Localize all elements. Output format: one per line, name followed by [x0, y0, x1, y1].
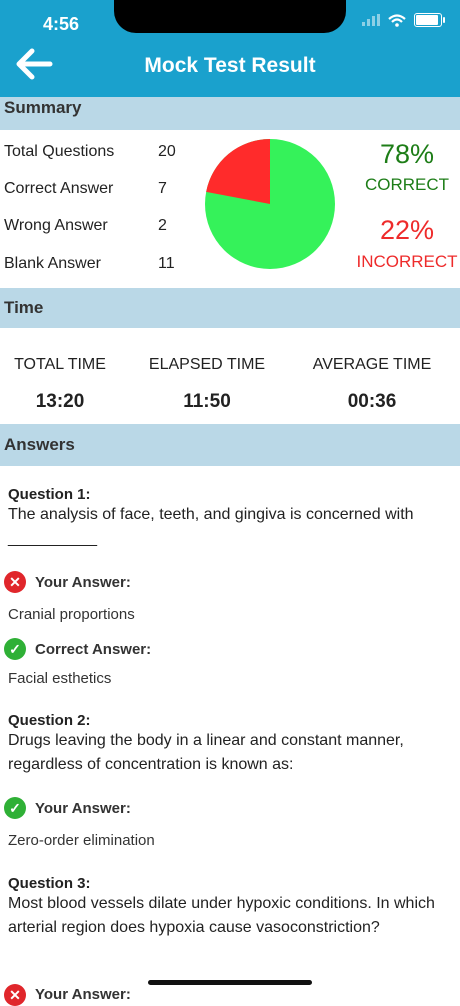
time-section-header: Time: [0, 288, 460, 328]
correct-answer-label: Correct Answer: [4, 180, 114, 197]
elapsed-time-value: 11:50: [183, 391, 231, 412]
summary-heading: Summary: [4, 98, 82, 117]
elapsed-time: ELAPSED TIME 11:50: [127, 356, 287, 413]
wrong-icon: ✕: [4, 984, 26, 1006]
total-questions-value: 20: [158, 143, 176, 160]
question-1-text: The analysis of face, teeth, and gingiva…: [8, 506, 414, 547]
summary-section-header: Summary: [0, 97, 460, 130]
incorrect-label: INCORRECT: [356, 252, 458, 271]
signal-icon: [362, 14, 380, 26]
check-icon: ✓: [4, 797, 26, 819]
q2-your-answer-label: Your Answer:: [35, 800, 131, 817]
question-1: Question 1: The analysis of face, teeth,…: [8, 486, 448, 551]
q3-your-answer-label: Your Answer:: [35, 986, 131, 1003]
home-indicator: [148, 980, 312, 985]
total-time: TOTAL TIME 13:20: [0, 356, 140, 413]
battery-icon: [414, 13, 445, 27]
blank-answer-label: Blank Answer: [4, 255, 101, 272]
correct-answer-value: 7: [158, 180, 167, 197]
navigation-bar: 4:56 Mock Test Result: [0, 0, 460, 97]
incorrect-percentage: 22%: [379, 215, 435, 245]
correct-label: CORRECT: [364, 175, 450, 194]
wifi-icon: [388, 13, 406, 27]
page-title: Mock Test Result: [144, 54, 316, 77]
wrong-answer-value: 2: [158, 217, 167, 234]
device-notch: [114, 0, 346, 33]
status-time: 4:56: [43, 14, 80, 34]
q1-correct-answer-value: Facial esthetics: [8, 670, 112, 687]
total-time-value: 13:20: [35, 391, 85, 412]
question-2: Question 2: Drugs leaving the body in a …: [8, 712, 448, 777]
time-heading: Time: [4, 298, 44, 317]
average-time-value: 00:36: [347, 391, 397, 412]
question-3: Question 3: Most blood vessels dilate un…: [8, 875, 448, 940]
result-pie-chart: [205, 139, 335, 269]
question-1-number: Question 1:: [8, 486, 91, 503]
average-time: AVERAGE TIME 00:36: [292, 356, 452, 413]
elapsed-time-label: ELAPSED TIME: [148, 356, 266, 373]
correct-percentage: 78%: [379, 139, 435, 169]
q2-your-answer-value: Zero-order elimination: [8, 832, 155, 849]
question-3-number: Question 3:: [8, 875, 91, 892]
answers-section-header: Answers: [0, 424, 460, 466]
wrong-icon: ✕: [4, 571, 26, 593]
average-time-label: AVERAGE TIME: [312, 356, 432, 373]
total-time-label: TOTAL TIME: [14, 356, 106, 373]
blank-answer-value: 11: [158, 255, 175, 272]
question-2-text: Drugs leaving the body in a linear and c…: [8, 732, 404, 773]
wrong-answer-label: Wrong Answer: [4, 217, 108, 234]
q1-your-answer-label: Your Answer:: [35, 574, 131, 591]
status-icons: [362, 13, 445, 27]
answers-heading: Answers: [4, 435, 75, 454]
question-3-text: Most blood vessels dilate under hypoxic …: [8, 895, 435, 936]
question-2-number: Question 2:: [8, 712, 91, 729]
check-icon: ✓: [4, 638, 26, 660]
q1-your-answer-value: Cranial proportions: [8, 606, 135, 623]
total-questions-label: Total Questions: [4, 143, 115, 160]
q1-correct-answer-label: Correct Answer:: [35, 641, 152, 658]
